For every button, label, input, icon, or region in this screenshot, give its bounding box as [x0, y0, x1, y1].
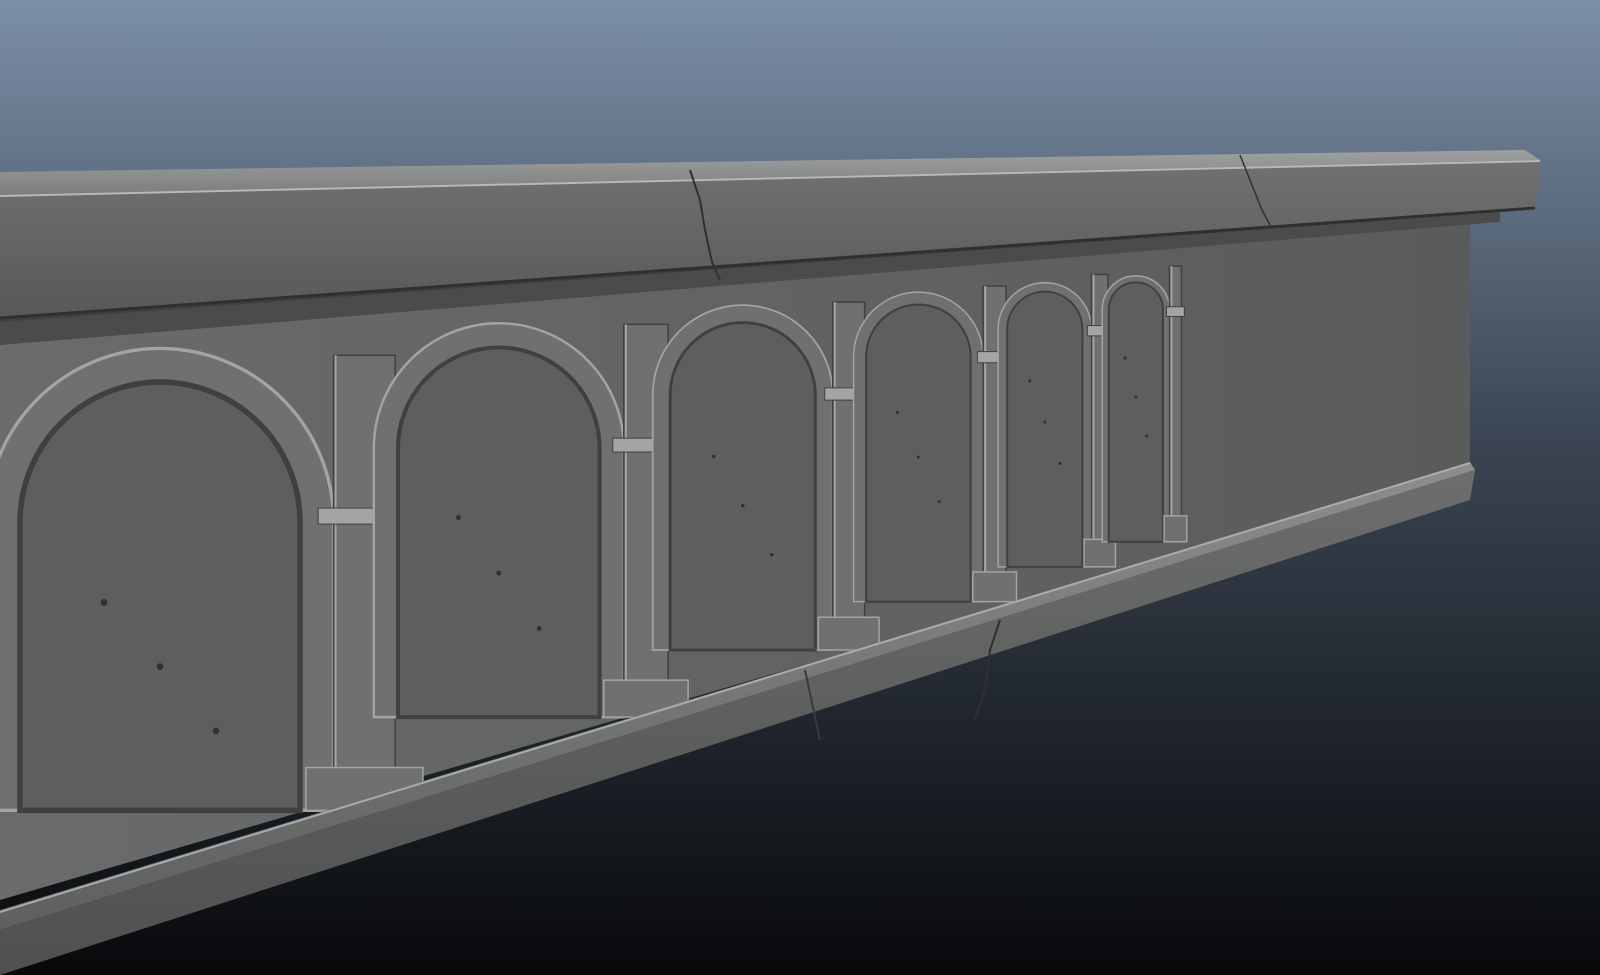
surface-pit	[711, 454, 716, 459]
surface-pit	[456, 515, 461, 520]
pillar-base	[972, 571, 1018, 603]
surface-pit	[1058, 461, 1062, 465]
arch-recess	[17, 379, 303, 814]
arch-recess	[1006, 290, 1084, 568]
surface-pit	[740, 503, 745, 508]
surface-pit	[1134, 395, 1138, 399]
surface-pit	[1043, 420, 1047, 424]
surface-pit	[156, 663, 164, 670]
pillar-base	[1083, 538, 1117, 568]
arch-recess	[395, 345, 602, 720]
surface-pit	[496, 570, 502, 576]
surface-pit	[1145, 434, 1149, 438]
surface-pit	[937, 500, 941, 504]
arch-recess	[1107, 281, 1164, 543]
surface-pit	[1123, 356, 1127, 360]
surface-pit	[536, 626, 542, 631]
arch-recess	[865, 303, 972, 603]
surface-pit	[100, 599, 108, 606]
surface-pit	[895, 411, 899, 415]
surface-pit	[916, 455, 920, 459]
surface-pit	[212, 727, 220, 735]
sculpt-render-scene	[0, 0, 1600, 975]
surface-pit	[770, 553, 774, 557]
render-viewport[interactable]	[0, 0, 1600, 975]
pillar-capital	[1165, 306, 1185, 317]
pillar-base	[1163, 515, 1188, 543]
arch-recess	[668, 321, 817, 652]
surface-pit	[1028, 379, 1032, 383]
